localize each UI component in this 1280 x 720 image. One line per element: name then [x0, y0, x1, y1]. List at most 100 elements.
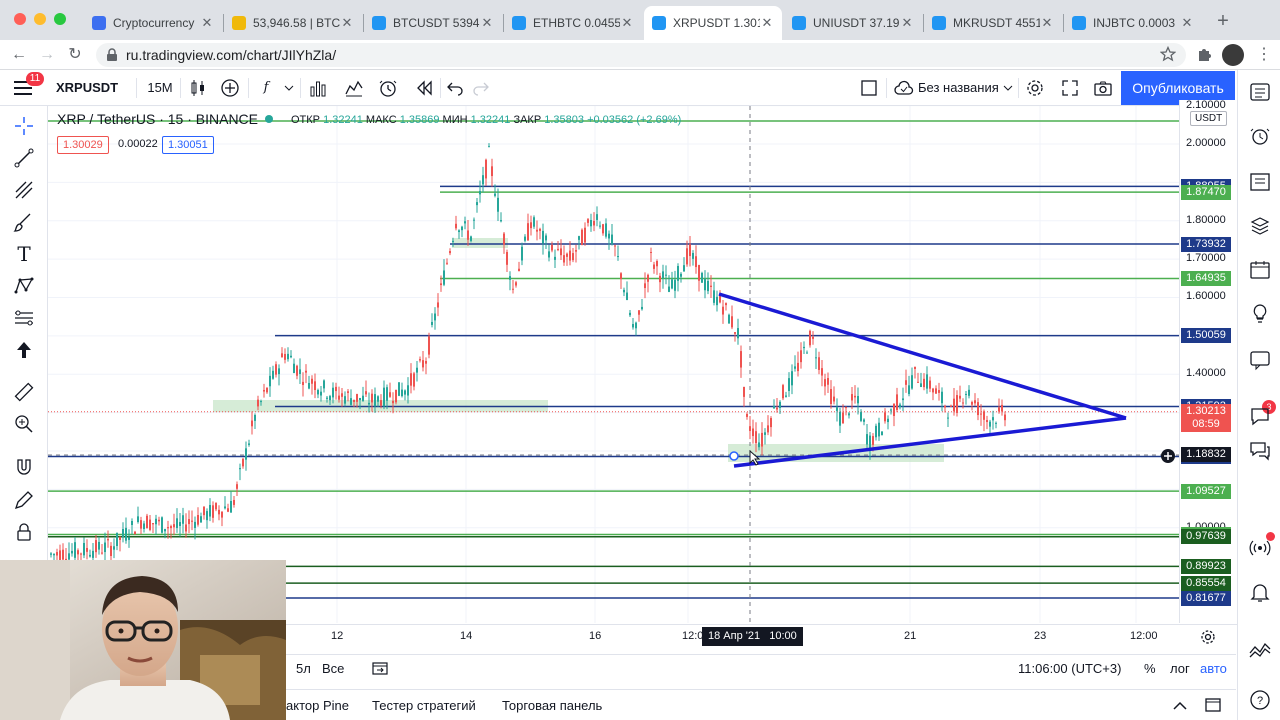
help-question-icon[interactable]: ?	[1248, 688, 1272, 712]
currency-unit-badge[interactable]: USDT	[1190, 111, 1228, 126]
more-vertical-icon[interactable]: ⋮	[1256, 44, 1272, 64]
interval-button[interactable]: 15M	[144, 76, 176, 100]
browser-tab-4[interactable]: XRPUSDT 1.301 ✕	[644, 6, 782, 40]
window-close-button[interactable]	[14, 13, 26, 25]
price-chart[interactable]	[48, 106, 1179, 623]
tab-close-icon[interactable]: ✕	[620, 15, 634, 31]
brush-icon[interactable]	[12, 210, 36, 234]
prediction-tool-icon[interactable]	[12, 306, 36, 330]
pattern-xabcd-icon[interactable]	[12, 274, 36, 298]
ruler-icon[interactable]	[12, 380, 36, 404]
camera-snapshot-icon[interactable]	[1093, 78, 1113, 98]
browser-tab-3[interactable]: ETHBTC 0.0455 ✕	[504, 6, 642, 40]
add-alert-plus-icon[interactable]	[1159, 447, 1177, 465]
collapse-chevron-up-icon[interactable]	[1172, 699, 1188, 711]
browser-tab-2[interactable]: BTCUSDT 5394 ✕	[364, 6, 502, 40]
candle-body	[191, 520, 193, 522]
tab-close-icon[interactable]: ✕	[480, 15, 494, 31]
drawing-toolbar: T	[0, 106, 48, 560]
alert-clock-icon[interactable]	[378, 78, 398, 98]
tab-close-icon[interactable]: ✕	[340, 15, 354, 31]
lock-drawings-icon[interactable]	[12, 520, 36, 544]
tab-close-icon[interactable]: ✕	[900, 15, 914, 31]
range-5y-button[interactable]: 5л	[296, 661, 311, 676]
candle-body	[614, 245, 616, 247]
omnibox[interactable]: ru.tradingview.com/chart/JIlYhZla/	[96, 43, 1186, 67]
settings-gear-icon[interactable]	[1025, 78, 1045, 98]
chat-rooms-icon[interactable]	[1248, 438, 1272, 462]
trend-line-icon[interactable]	[12, 146, 36, 170]
chevron-down-icon[interactable]	[284, 85, 294, 91]
axis-settings-gear-icon[interactable]	[1200, 629, 1216, 645]
redo-icon[interactable]	[472, 79, 490, 97]
crosshair-icon[interactable]	[12, 114, 36, 138]
layout-name[interactable]: Без названия	[918, 76, 999, 100]
back-arrow-icon[interactable]: ←	[8, 44, 30, 66]
tab-pine-editor[interactable]: актор Pine	[286, 698, 349, 713]
chat-bubble-icon[interactable]	[1248, 404, 1272, 428]
watchlist-icon[interactable]	[1248, 80, 1272, 104]
tab-close-icon[interactable]: ✕	[1180, 15, 1194, 31]
tab-close-icon[interactable]: ✕	[760, 15, 774, 31]
bid-price-box[interactable]: 1.30029	[57, 136, 109, 154]
indicators-fx-icon[interactable]: f	[256, 76, 276, 100]
ask-price-box[interactable]: 1.30051	[162, 136, 214, 154]
compare-add-icon[interactable]	[220, 78, 240, 98]
replay-rewind-icon[interactable]	[414, 78, 434, 98]
tab-strategy-tester[interactable]: Тестер стратегий	[372, 698, 476, 713]
log-scale-toggle[interactable]: лог	[1170, 661, 1190, 676]
window-minimize-button[interactable]	[34, 13, 46, 25]
undo-icon[interactable]	[446, 79, 464, 97]
financials-bars-icon[interactable]	[308, 78, 328, 98]
templates-icon[interactable]	[344, 78, 364, 98]
bell-icon[interactable]	[1248, 580, 1272, 604]
tab-close-icon[interactable]: ✕	[1040, 15, 1054, 31]
layout-square-icon[interactable]	[860, 79, 878, 97]
arrow-up-icon[interactable]	[12, 338, 36, 362]
candle-body	[128, 537, 130, 540]
layout-chevron-down-icon[interactable]	[1003, 85, 1013, 91]
auto-scale-toggle[interactable]: авто	[1200, 661, 1227, 676]
browser-tab-0[interactable]: Cryptocurrency ✕	[84, 6, 222, 40]
timezone-clock[interactable]: 11:06:00 (UTC+3)	[1018, 661, 1121, 676]
text-tool-icon[interactable]: T	[12, 242, 36, 266]
candle-body	[932, 388, 934, 393]
candle-body	[845, 406, 847, 409]
maximize-panel-icon[interactable]	[1204, 697, 1222, 713]
zoom-in-icon[interactable]	[12, 412, 36, 436]
calendar-icon[interactable]	[1248, 258, 1272, 282]
bookmark-star-icon[interactable]	[1160, 46, 1176, 62]
fullscreen-icon[interactable]	[1060, 78, 1080, 98]
drawing-pencil-lock-icon[interactable]	[12, 488, 36, 512]
profile-avatar[interactable]	[1222, 44, 1244, 66]
forward-arrow-icon[interactable]: →	[36, 44, 58, 66]
magnet-icon[interactable]	[12, 456, 36, 480]
candles-style-icon[interactable]	[188, 78, 208, 98]
streams-broadcast-icon[interactable]	[1248, 536, 1272, 560]
alarm-clock-icon[interactable]	[1248, 124, 1272, 148]
browser-tab-5[interactable]: UNIUSDT 37.19 ✕	[784, 6, 922, 40]
candle-body	[500, 220, 502, 222]
notifications-chat-icon[interactable]	[1248, 348, 1272, 372]
browser-tab-1[interactable]: 53,946.58 | BTC ✕	[224, 6, 362, 40]
browser-tab-7[interactable]: INJBTC 0.0003 ✕	[1064, 6, 1202, 40]
pine-wave-icon[interactable]	[1248, 638, 1272, 662]
cloud-save-icon[interactable]	[894, 79, 914, 97]
percent-scale-toggle[interactable]: %	[1144, 661, 1156, 676]
reload-icon[interactable]: ↻	[64, 44, 86, 66]
range-all-button[interactable]: Все	[322, 661, 344, 676]
symbol-legend-title[interactable]: XRP / TetherUS · 15 · BINANCE	[57, 111, 258, 127]
window-zoom-button[interactable]	[54, 13, 66, 25]
browser-tab-6[interactable]: MKRUSDT 4551 ✕	[924, 6, 1062, 40]
candle-body	[347, 391, 349, 393]
new-tab-button[interactable]: +	[1212, 10, 1234, 32]
tab-close-icon[interactable]: ✕	[200, 15, 214, 31]
tab-trading-panel[interactable]: Торговая панель	[502, 698, 602, 713]
hotlists-icon[interactable]	[1248, 214, 1272, 238]
extensions-puzzle-icon[interactable]	[1196, 46, 1212, 62]
symbol-search-button[interactable]: XRPUSDT	[56, 76, 118, 100]
data-window-icon[interactable]	[1248, 170, 1272, 194]
go-to-date-icon[interactable]	[372, 660, 388, 676]
ideas-lightbulb-icon[interactable]	[1248, 302, 1272, 326]
fib-pitchfork-icon[interactable]	[12, 178, 36, 202]
